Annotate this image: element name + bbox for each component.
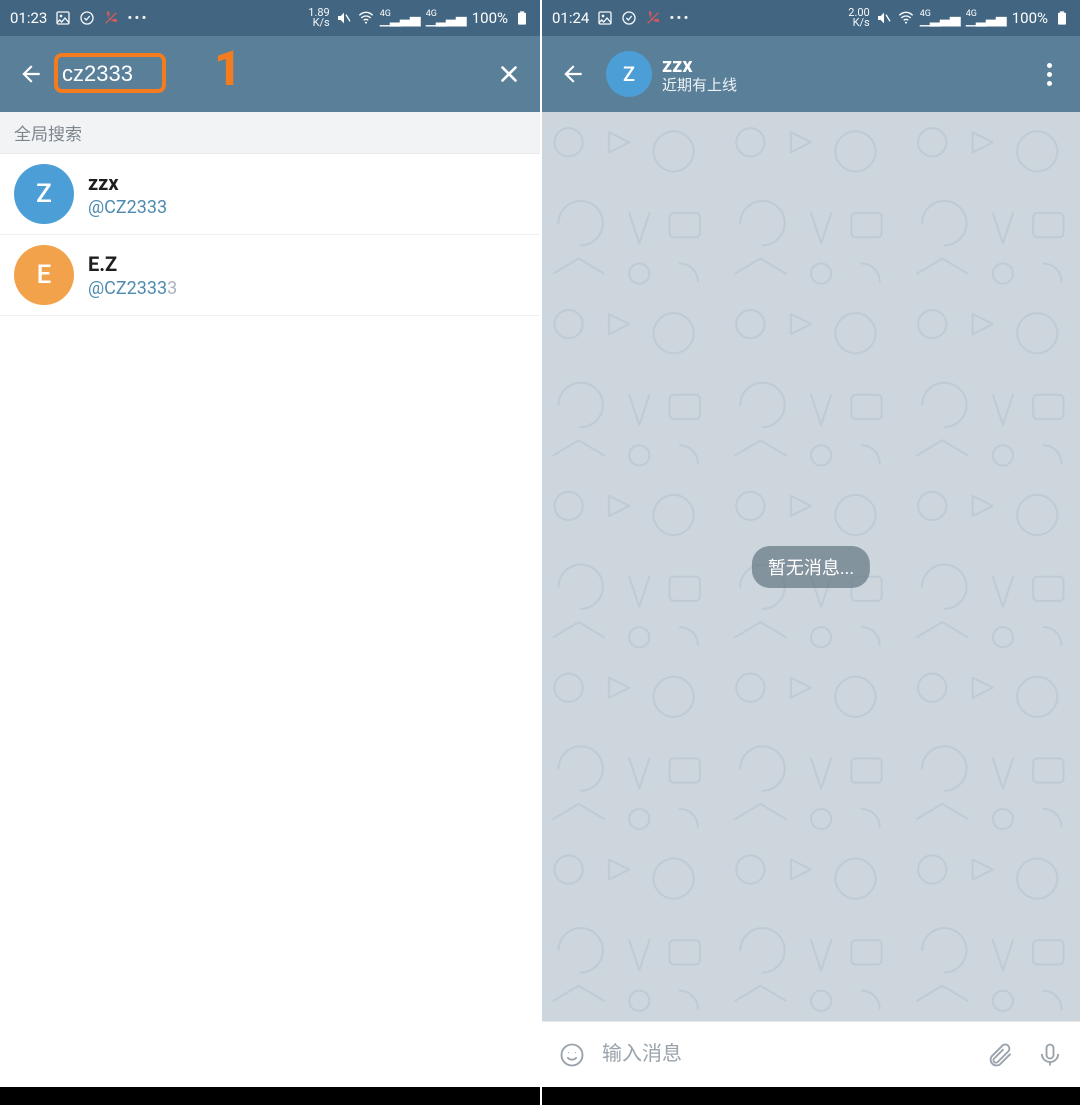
signal-2-icon: 4G▁▃▅▇ xyxy=(966,10,1006,26)
net-speed: 2.00K/s xyxy=(848,8,869,28)
battery-icon xyxy=(514,10,530,26)
battery-percent: 100% xyxy=(472,9,508,27)
nav-bar xyxy=(0,1087,540,1105)
net-speed: 1.89K/s xyxy=(308,8,329,28)
more-status-icon: ••• xyxy=(127,9,148,27)
emoji-button[interactable] xyxy=(552,1035,592,1075)
gallery-icon xyxy=(55,10,71,26)
kebab-icon xyxy=(1047,63,1052,86)
back-button[interactable] xyxy=(8,51,54,97)
check-circle-icon xyxy=(621,10,637,26)
attach-button[interactable] xyxy=(980,1035,1020,1075)
back-button[interactable] xyxy=(550,51,596,97)
search-section-header: 全局搜索 xyxy=(0,112,540,154)
call-block-icon xyxy=(103,10,119,26)
compose-bar xyxy=(542,1021,1080,1087)
nav-bar xyxy=(542,1087,1080,1105)
check-circle-icon xyxy=(79,10,95,26)
wifi-icon xyxy=(358,10,374,26)
search-results: Z zzx @CZ2333 E E.Z @CZ23333 xyxy=(0,154,540,316)
avatar: Z xyxy=(14,164,74,224)
phone-chat: 01:24 ••• 2.00K/s 4G▁▃▅▇ 4G▁▃▅▇ 100% Z xyxy=(540,0,1080,1105)
result-handle: @CZ23333 xyxy=(88,278,177,299)
paperclip-icon xyxy=(986,1041,1014,1069)
voice-button[interactable] xyxy=(1030,1035,1070,1075)
search-input[interactable] xyxy=(60,55,480,93)
status-time: 01:23 xyxy=(10,9,47,27)
search-appbar xyxy=(0,36,540,112)
result-handle: @CZ2333 xyxy=(88,197,167,218)
message-input[interactable] xyxy=(602,1043,970,1066)
status-bar: 01:23 ••• 1.89K/s 4G▁▃▅▇ 4G▁▃▅▇ 100% xyxy=(0,0,540,36)
call-block-icon xyxy=(645,10,661,26)
status-time: 01:24 xyxy=(552,9,589,27)
close-icon xyxy=(496,61,522,87)
chat-menu-button[interactable] xyxy=(1026,51,1072,97)
status-bar: 01:24 ••• 2.00K/s 4G▁▃▅▇ 4G▁▃▅▇ 100% xyxy=(542,0,1080,36)
chat-title: zzx xyxy=(662,54,1016,77)
avatar: E xyxy=(14,245,74,305)
microphone-icon xyxy=(1036,1041,1064,1069)
battery-icon xyxy=(1054,10,1070,26)
battery-percent: 100% xyxy=(1012,9,1048,27)
chat-header[interactable]: Z zzx 近期有上线 xyxy=(542,36,1080,112)
chat-avatar[interactable]: Z xyxy=(606,51,652,97)
chat-body[interactable]: 暂无消息... xyxy=(542,112,1080,1021)
more-status-icon: ••• xyxy=(669,9,690,27)
mute-icon xyxy=(876,10,892,26)
result-name: E.Z xyxy=(88,252,177,276)
mute-icon xyxy=(336,10,352,26)
smile-icon xyxy=(558,1041,586,1069)
signal-1-icon: 4G▁▃▅▇ xyxy=(380,10,420,26)
search-result-item[interactable]: E E.Z @CZ23333 xyxy=(0,235,540,316)
wifi-icon xyxy=(898,10,914,26)
chat-subtitle: 近期有上线 xyxy=(662,77,1016,94)
back-arrow-icon xyxy=(560,61,586,87)
chat-title-block[interactable]: zzx 近期有上线 xyxy=(662,54,1016,94)
signal-2-icon: 4G▁▃▅▇ xyxy=(426,10,466,26)
empty-chat-label: 暂无消息... xyxy=(752,546,870,588)
result-name: zzx xyxy=(88,171,167,195)
phone-search: 01:23 ••• 1.89K/s 4G▁▃▅▇ 4G▁▃▅▇ 100% xyxy=(0,0,540,1105)
clear-search-button[interactable] xyxy=(486,51,532,97)
back-arrow-icon xyxy=(18,61,44,87)
signal-1-icon: 4G▁▃▅▇ xyxy=(920,10,960,26)
gallery-icon xyxy=(597,10,613,26)
search-result-item[interactable]: Z zzx @CZ2333 xyxy=(0,154,540,235)
